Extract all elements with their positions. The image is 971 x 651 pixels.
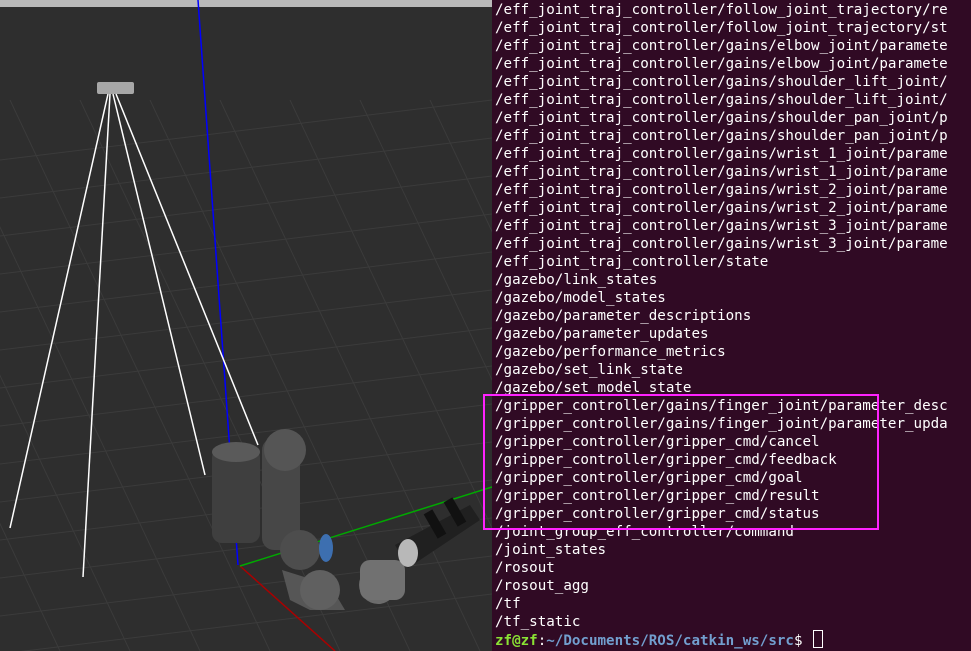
terminal-line: /eff_joint_traj_controller/gains/wrist_3… <box>495 236 948 252</box>
terminal-line: /tf <box>495 596 521 612</box>
prompt-user-host: zf@zf <box>495 633 538 649</box>
terminal-line: /eff_joint_traj_controller/gains/elbow_j… <box>495 56 948 72</box>
terminal-line: /eff_joint_traj_controller/gains/elbow_j… <box>495 38 948 54</box>
terminal-line: /gazebo/model_states <box>495 290 666 306</box>
camera-body <box>97 82 134 94</box>
terminal-line: /tf_static <box>495 614 581 630</box>
robot-base <box>212 442 260 543</box>
terminal-line: /eff_joint_traj_controller/gains/shoulde… <box>495 92 948 108</box>
gazebo-3d-viewport[interactable] <box>0 0 492 651</box>
shell-prompt[interactable]: zf@zf:~/Documents/ROS/catkin_ws/src$ <box>495 630 824 649</box>
terminal-line: /eff_joint_traj_controller/follow_joint_… <box>495 20 948 36</box>
topic-list: /eff_joint_traj_controller/follow_joint_… <box>495 1 948 631</box>
terminal-line: /eff_joint_traj_controller/gains/shoulde… <box>495 128 948 144</box>
terminal-line: /eff_joint_traj_controller/gains/wrist_2… <box>495 182 948 198</box>
terminal-line: /eff_joint_traj_controller/gains/wrist_1… <box>495 146 948 162</box>
prompt-symbol: $ <box>793 633 812 649</box>
terminal-line: /gazebo/parameter_updates <box>495 326 709 342</box>
terminal-line: /rosout <box>495 560 555 576</box>
terminal-line: /eff_joint_traj_controller/gains/wrist_1… <box>495 164 948 180</box>
terminal-line: /eff_joint_traj_controller/gains/shoulde… <box>495 110 948 126</box>
terminal-line: /gazebo/parameter_descriptions <box>495 308 752 324</box>
terminal-line: /eff_joint_traj_controller/state <box>495 254 769 270</box>
terminal-line: /eff_joint_traj_controller/gains/wrist_3… <box>495 218 948 234</box>
terminal-line: /eff_joint_traj_controller/gains/wrist_2… <box>495 200 948 216</box>
prompt-path: ~/Documents/ROS/catkin_ws/src <box>546 633 794 649</box>
terminal-window[interactable]: /eff_joint_traj_controller/follow_joint_… <box>492 0 971 651</box>
viewport-top-strip <box>0 0 492 7</box>
prompt-separator: : <box>537 633 547 649</box>
terminal-line: /eff_joint_traj_controller/gains/shoulde… <box>495 74 948 90</box>
terminal-line: /rosout_agg <box>495 578 589 594</box>
terminal-line: /gazebo/set_link_state <box>495 362 683 378</box>
scene-canvas[interactable] <box>0 0 492 651</box>
terminal-line: /joint_states <box>495 542 607 558</box>
terminal-line: /eff_joint_traj_controller/follow_joint_… <box>495 2 948 18</box>
terminal-line: /gazebo/link_states <box>495 272 658 288</box>
terminal-line: /gazebo/performance_metrics <box>495 344 726 360</box>
text-cursor <box>813 630 824 648</box>
gripper-topics-highlight <box>483 394 879 530</box>
